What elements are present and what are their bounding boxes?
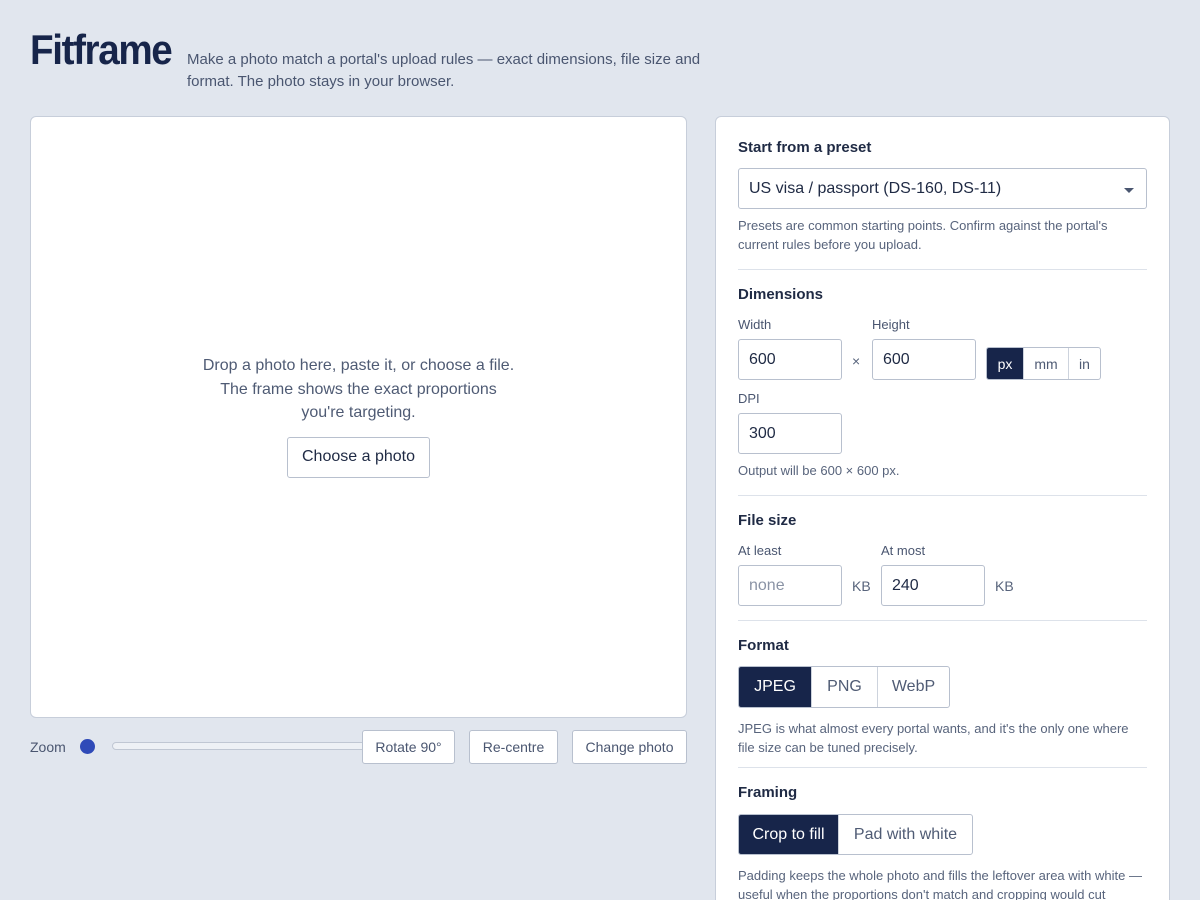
drop-prompt: Drop a photo here, paste it, or choose a… [31, 354, 686, 478]
max-size-input[interactable]: 240 [881, 565, 985, 606]
format-png[interactable]: PNG [811, 667, 877, 707]
zoom-label: Zoom [30, 739, 66, 755]
framing-title: Framing [738, 784, 798, 801]
width-input[interactable]: 600 [738, 339, 842, 380]
width-label: Width [738, 317, 772, 332]
framing-pad[interactable]: Pad with white [838, 815, 972, 854]
preset-selected-value: US visa / passport (DS-160, DS-11) [749, 179, 1002, 197]
times-sign: × [852, 353, 861, 369]
preset-hint: Presets are common starting points. Conf… [738, 218, 1108, 252]
chevron-down-icon [1124, 188, 1134, 193]
min-size-label: At least [738, 543, 782, 558]
framing-section: Framing Crop to fill Pad with white Padd… [738, 768, 1147, 900]
dpi-label: DPI [738, 391, 760, 406]
height-input[interactable]: 600 [872, 339, 976, 380]
app-logo: Fitframe [30, 26, 173, 73]
photo-drop-zone[interactable]: Drop a photo here, paste it, or choose a… [30, 116, 687, 718]
zoom-slider-track[interactable] [112, 742, 375, 750]
unit-px[interactable]: px [987, 348, 1023, 379]
unit-mm[interactable]: mm [1023, 348, 1068, 379]
preset-section: Start from a preset US visa / passport (… [738, 117, 1147, 270]
format-webp[interactable]: WebP [877, 667, 949, 707]
app-header: Fitframe Make a photo match a portal's u… [30, 26, 730, 96]
min-size-input[interactable]: none [738, 565, 842, 606]
dimensions-title: Dimensions [738, 286, 824, 303]
zoom-slider-thumb[interactable] [80, 739, 95, 754]
format-hint: JPEG is what almost every portal wants, … [738, 721, 1129, 755]
stage-controls: Zoom Rotate 90° Re-centre Change photo [30, 730, 687, 764]
unit-toggle: px mm in [986, 347, 1101, 380]
format-toggle: JPEG PNG WebP [738, 666, 950, 708]
min-size-unit: KB [852, 578, 871, 594]
recentre-button[interactable]: Re-centre [469, 730, 558, 764]
rotate-button[interactable]: Rotate 90° [362, 730, 455, 764]
max-size-label: At most [881, 543, 926, 558]
format-section: Format JPEG PNG WebP JPEG is what almost… [738, 621, 1147, 768]
choose-photo-button[interactable]: Choose a photo [287, 436, 430, 478]
height-label: Height [872, 317, 910, 332]
unit-in[interactable]: in [1068, 348, 1100, 379]
format-title: Format [738, 637, 789, 654]
change-photo-button[interactable]: Change photo [572, 730, 687, 764]
preset-select[interactable]: US visa / passport (DS-160, DS-11) [738, 168, 1147, 209]
settings-panel: Start from a preset US visa / passport (… [715, 116, 1170, 900]
filesize-section: File size At least none KB At most 240 K… [738, 496, 1147, 621]
dimensions-section: Dimensions Width 600 × Height 600 px mm … [738, 270, 1147, 496]
preset-title: Start from a preset [738, 139, 872, 156]
framing-hint: Padding keeps the whole photo and fills … [738, 868, 1142, 900]
filesize-title: File size [738, 512, 797, 529]
dpi-input[interactable]: 300 [738, 413, 842, 454]
framing-toggle: Crop to fill Pad with white [738, 814, 973, 855]
drop-instructions: Drop a photo here, paste it, or choose a… [202, 357, 515, 421]
max-size-unit: KB [995, 578, 1014, 594]
framing-crop[interactable]: Crop to fill [739, 815, 838, 854]
app-tagline: Make a photo match a portal's upload rul… [187, 51, 701, 90]
format-jpeg[interactable]: JPEG [739, 667, 811, 707]
output-note: Output will be 600 × 600 px. [738, 463, 900, 478]
